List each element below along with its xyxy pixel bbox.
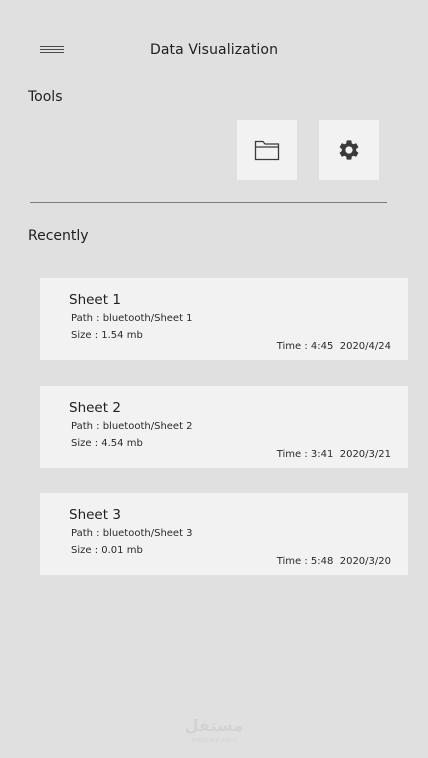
file-time: Time : 5:48 2020/3/20 <box>276 556 391 567</box>
recent-file-card[interactable]: Sheet 2 Path : bluetooth/Sheet 2 Size : … <box>40 386 408 468</box>
watermark-logo: مستقل <box>184 716 244 735</box>
open-folder-button[interactable] <box>237 120 297 180</box>
section-divider <box>30 202 387 203</box>
gear-icon <box>339 140 359 160</box>
app-screen: Data Visualization Tools Recently Sheet … <box>0 0 428 758</box>
file-path: Path : bluetooth/Sheet 1 <box>71 313 193 324</box>
settings-button[interactable] <box>319 120 379 180</box>
file-size: Size : 4.54 mb <box>71 438 143 449</box>
file-size: Size : 0.01 mb <box>71 545 143 556</box>
file-size: Size : 1.54 mb <box>71 330 143 341</box>
page-title: Data Visualization <box>149 42 279 58</box>
file-path: Path : bluetooth/Sheet 2 <box>71 421 193 432</box>
file-name: Sheet 3 <box>69 507 121 523</box>
file-time: Time : 4:45 2020/4/24 <box>276 341 391 352</box>
watermark-url: mostaql.com <box>191 736 237 744</box>
recent-file-card[interactable]: Sheet 1 Path : bluetooth/Sheet 1 Size : … <box>40 278 408 360</box>
file-name: Sheet 1 <box>69 292 121 308</box>
recently-heading: Recently <box>28 228 89 244</box>
file-name: Sheet 2 <box>69 400 121 416</box>
tools-heading: Tools <box>28 89 63 105</box>
folder-icon <box>254 140 280 161</box>
file-time: Time : 3:41 2020/3/21 <box>276 449 391 460</box>
file-path: Path : bluetooth/Sheet 3 <box>71 528 193 539</box>
recent-file-card[interactable]: Sheet 3 Path : bluetooth/Sheet 3 Size : … <box>40 493 408 575</box>
